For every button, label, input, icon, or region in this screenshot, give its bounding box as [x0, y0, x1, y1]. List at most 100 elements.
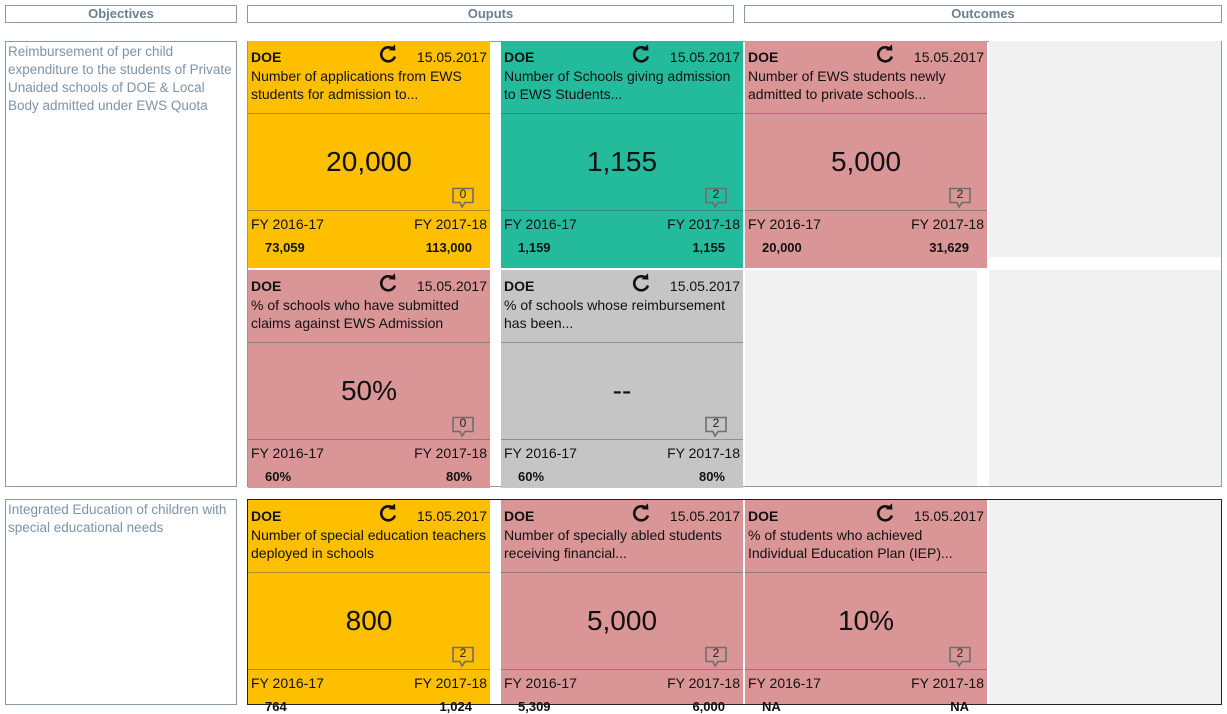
card-header: DOE 15.05.2017 % of students who achieve…: [745, 500, 987, 572]
fy-value-current: 80%: [698, 469, 725, 484]
comment-bubble-icon[interactable]: 2: [948, 646, 972, 670]
comment-bubble-icon[interactable]: 2: [704, 187, 728, 211]
fy-value-current: 1,024: [439, 699, 472, 714]
objective-text[interactable]: Reimbursement of per child expenditure t…: [8, 44, 232, 113]
indicator-description[interactable]: Number of specially abled students recei…: [504, 526, 740, 562]
card-header: DOE 15.05.2017 Number of Schools giving …: [501, 41, 743, 113]
indicator-value: --: [612, 375, 632, 406]
indicator-description[interactable]: % of schools who have submitted claims a…: [251, 296, 487, 332]
kpi-card[interactable]: DOE 15.05.2017 Number of specially abled…: [501, 500, 743, 714]
kpi-card[interactable]: DOE 15.05.2017 % of students who achieve…: [745, 500, 987, 714]
comment-count: 0: [459, 416, 467, 430]
fy-value-current: NA: [950, 699, 969, 714]
kpi-card[interactable]: DOE 15.05.2017 Number of applications fr…: [248, 41, 490, 268]
comment-count: 0: [459, 187, 467, 201]
outcomes-header: Outcomes: [744, 5, 1222, 23]
card-header: DOE 15.05.2017 Number of special educati…: [248, 500, 490, 572]
empty-slot: [989, 270, 1221, 486]
objective-text[interactable]: Integrated Education of children with sp…: [8, 502, 226, 535]
fy-label-current: FY 2017-18: [911, 216, 984, 232]
indicator-value: 800: [345, 605, 393, 636]
indicator-value: 50%: [340, 375, 398, 406]
indicator-description[interactable]: Number of EWS students newly admitted to…: [748, 67, 984, 103]
indicator-description[interactable]: % of students who achieved Individual Ed…: [748, 526, 984, 562]
fy-value-previous: 60%: [265, 469, 292, 484]
department-label: DOE: [251, 278, 282, 294]
update-date: 15.05.2017: [669, 49, 740, 65]
objective-cell-2: Integrated Education of children with sp…: [5, 499, 237, 705]
refresh-icon[interactable]: [378, 273, 398, 293]
fy-value-previous: 60%: [518, 469, 545, 484]
fy-label-previous: FY 2016-17: [748, 675, 821, 691]
fy-label-current: FY 2017-18: [667, 675, 740, 691]
department-label: DOE: [504, 508, 535, 524]
fy-value-previous: NA: [762, 699, 781, 714]
comment-bubble-icon[interactable]: 0: [451, 187, 475, 211]
fy-label-current: FY 2017-18: [414, 445, 487, 461]
indicator-description[interactable]: Number of Schools giving admission to EW…: [504, 67, 740, 103]
indicator-value: 10%: [837, 605, 895, 636]
fy-label-previous: FY 2016-17: [251, 675, 324, 691]
department-label: DOE: [748, 508, 779, 524]
refresh-icon[interactable]: [631, 44, 651, 64]
objectives-header: Objectives: [5, 5, 237, 23]
fy-label-current: FY 2017-18: [911, 675, 984, 691]
card-value-area: 50% 0: [248, 342, 490, 440]
update-date: 15.05.2017: [416, 278, 487, 294]
fy-value-previous: 5,309: [518, 699, 551, 714]
empty-slot: [745, 270, 977, 486]
empty-slot: [989, 500, 1221, 704]
fy-value-previous: 73,059: [265, 240, 305, 255]
fy-value-current: 1,155: [692, 240, 725, 255]
comment-count: 2: [459, 646, 467, 660]
fy-label-current: FY 2017-18: [667, 216, 740, 232]
kpi-card[interactable]: DOE 15.05.2017 Number of Schools giving …: [501, 41, 743, 268]
card-header: DOE 15.05.2017 Number of specially abled…: [501, 500, 743, 572]
fy-value-previous: 764: [265, 699, 287, 714]
fy-label-previous: FY 2016-17: [748, 216, 821, 232]
refresh-icon[interactable]: [378, 503, 398, 523]
comment-bubble-icon[interactable]: 2: [704, 646, 728, 670]
refresh-icon[interactable]: [631, 273, 651, 293]
update-date: 15.05.2017: [913, 49, 984, 65]
kpi-card[interactable]: DOE 15.05.2017 Number of special educati…: [248, 500, 490, 714]
card-value-area: 10% 2: [745, 572, 987, 670]
kpi-card[interactable]: DOE 15.05.2017 % of schools whose reimbu…: [501, 270, 743, 488]
card-header: DOE 15.05.2017 Number of EWS students ne…: [745, 41, 987, 113]
indicator-description[interactable]: % of schools whose reimbursement has bee…: [504, 296, 740, 332]
card-value-area: 5,000 2: [501, 572, 743, 670]
fy-value-current: 80%: [445, 469, 472, 484]
comment-bubble-icon[interactable]: 2: [451, 646, 475, 670]
comment-count: 2: [712, 416, 720, 430]
fy-value-current: 6,000: [692, 699, 725, 714]
fy-label-current: FY 2017-18: [667, 445, 740, 461]
card-value-area: 1,155 2: [501, 113, 743, 211]
fy-label-previous: FY 2016-17: [251, 216, 324, 232]
kpi-card[interactable]: DOE 15.05.2017 Number of EWS students ne…: [745, 41, 987, 268]
update-date: 15.05.2017: [669, 508, 740, 524]
department-label: DOE: [504, 278, 535, 294]
card-value-area: 20,000 0: [248, 113, 490, 211]
comment-count: 2: [712, 187, 720, 201]
fy-label-previous: FY 2016-17: [504, 445, 577, 461]
fy-label-current: FY 2017-18: [414, 216, 487, 232]
comment-bubble-icon[interactable]: 0: [451, 416, 475, 440]
department-label: DOE: [251, 49, 282, 65]
fy-label-previous: FY 2016-17: [504, 216, 577, 232]
indicator-description[interactable]: Number of applications from EWS students…: [251, 67, 487, 103]
comment-bubble-icon[interactable]: 2: [948, 187, 972, 211]
comment-count: 2: [956, 646, 964, 660]
card-header: DOE 15.05.2017 % of schools who have sub…: [248, 270, 490, 342]
kpi-card[interactable]: DOE 15.05.2017 % of schools who have sub…: [248, 270, 490, 488]
refresh-icon[interactable]: [875, 503, 895, 523]
fy-value-previous: 1,159: [518, 240, 551, 255]
comment-bubble-icon[interactable]: 2: [704, 416, 728, 440]
refresh-icon[interactable]: [631, 503, 651, 523]
update-date: 15.05.2017: [913, 508, 984, 524]
indicator-description[interactable]: Number of special education teachers dep…: [251, 526, 487, 562]
refresh-icon[interactable]: [378, 44, 398, 64]
refresh-icon[interactable]: [875, 44, 895, 64]
department-label: DOE: [504, 49, 535, 65]
empty-slot: [989, 41, 1221, 257]
indicator-value: 5,000: [586, 605, 658, 636]
